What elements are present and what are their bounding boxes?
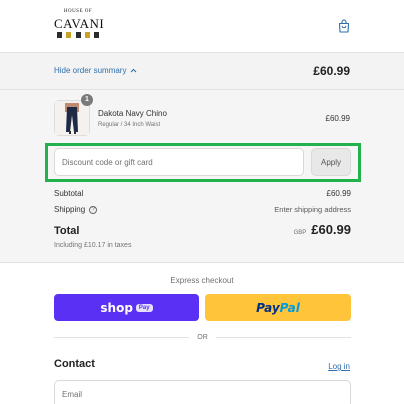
email-field[interactable] <box>54 380 351 404</box>
paypal-wordmark-pay: Pay <box>256 300 280 315</box>
shop-pay-pill: Pay <box>135 303 153 312</box>
or-text: OR <box>197 333 208 341</box>
shipping-label: Shipping <box>54 205 86 214</box>
currency-code: GBP <box>293 230 307 236</box>
chevron-up-icon <box>131 68 137 73</box>
shipping-value: Enter shipping address <box>274 205 351 214</box>
logo-wordmark: CAVANI <box>54 16 105 31</box>
subtotal-value: £60.99 <box>326 189 351 198</box>
paypal-button[interactable]: Pay Pal <box>205 294 351 321</box>
summary-total: £60.99 <box>313 64 350 78</box>
total-row: Total GBP £60.99 <box>54 221 351 239</box>
brand-logo[interactable]: HOUSE OF CAVANI <box>54 9 105 43</box>
total-amount-wrap: GBP £60.99 <box>294 221 351 239</box>
log-in-link[interactable]: Log in <box>328 362 350 371</box>
chino-trousers-image <box>55 101 89 135</box>
shop-pay-button[interactable]: shop Pay <box>54 294 199 321</box>
contact-heading: Contact <box>54 358 95 370</box>
express-checkout-title: Express checkout <box>170 276 234 285</box>
product-price: £60.99 <box>325 114 350 123</box>
shipping-row: Shipping? Enter shipping address <box>54 205 351 214</box>
apply-discount-button[interactable]: Apply <box>311 148 351 176</box>
product-variant: Regular / 34 Inch Waist <box>98 122 161 128</box>
subtotal-row: Subtotal £60.99 <box>54 189 351 198</box>
or-divider: OR <box>54 332 351 342</box>
taxes-note: Including £10.17 in taxes <box>54 242 132 249</box>
product-name: Dakota Navy Chino <box>98 109 167 118</box>
divider-line <box>54 336 190 338</box>
logo-stripe <box>57 32 62 38</box>
discount-code-input[interactable] <box>54 148 304 176</box>
subtotal-label: Subtotal <box>54 189 84 198</box>
logo-stripe <box>75 32 81 38</box>
logo-stripe <box>66 32 72 38</box>
shopping-bag-icon[interactable] <box>338 19 350 33</box>
logo-stripes <box>57 32 99 38</box>
logo-stripe <box>84 32 90 38</box>
shop-pay-wordmark: shop <box>100 300 133 315</box>
summary-toggle-label: Hide order summary <box>54 66 127 75</box>
paypal-wordmark-pal: Pal <box>279 300 300 315</box>
total-value: £60.99 <box>311 222 351 237</box>
logo-small-text: HOUSE OF <box>63 9 93 14</box>
quantity-badge: 1 <box>81 94 93 106</box>
logo-stripe <box>94 32 99 38</box>
hide-order-summary-toggle[interactable]: Hide order summary <box>54 66 137 75</box>
order-summary-bar: Hide order summary £60.99 <box>0 53 404 90</box>
divider-line <box>215 336 351 338</box>
info-icon[interactable]: ? <box>89 205 98 214</box>
shipping-label-wrap: Shipping? <box>54 205 98 214</box>
total-label: Total <box>54 225 80 237</box>
header: HOUSE OF CAVANI <box>0 0 404 53</box>
